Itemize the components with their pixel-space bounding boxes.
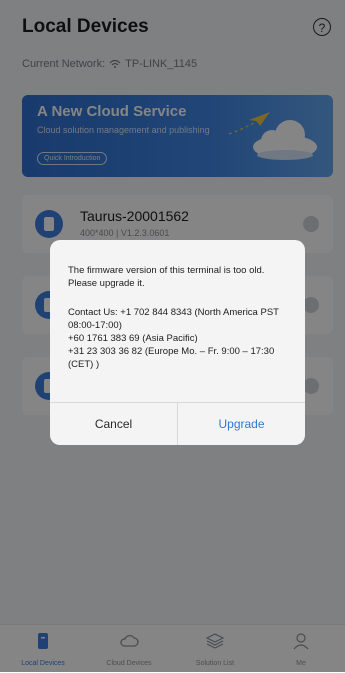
dialog-message: The firmware version of this terminal is… <box>68 265 265 289</box>
contact-info: Contact Us: +1 702 844 8343 (North Ameri… <box>68 306 290 371</box>
contact-line: +60 1761 383 69 (Asia Pacific) <box>68 333 198 344</box>
contact-line: +31 23 303 36 82 (Europe Mo. – Fr. 9:00 … <box>68 346 275 370</box>
firmware-upgrade-dialog: The firmware version of this terminal is… <box>50 240 305 445</box>
cancel-button[interactable]: Cancel <box>50 403 178 445</box>
contact-line: Contact Us: +1 702 844 8343 (North Ameri… <box>68 307 279 331</box>
dialog-actions: Cancel Upgrade <box>50 402 305 445</box>
upgrade-button[interactable]: Upgrade <box>178 403 305 445</box>
